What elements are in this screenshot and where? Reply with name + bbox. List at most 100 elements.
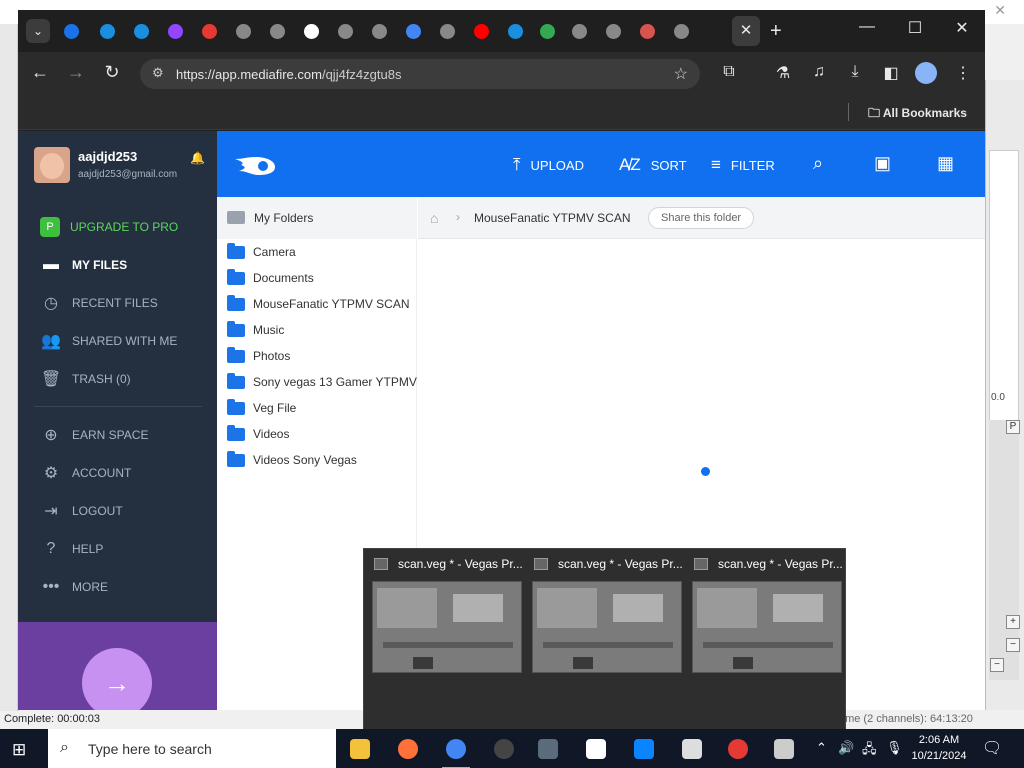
sidebar-item-my-files[interactable]: ▬ MY FILES bbox=[40, 254, 127, 276]
browser-tab[interactable] bbox=[128, 18, 154, 44]
sidebar-item-recent-files[interactable]: ◷ RECENT FILES bbox=[40, 292, 158, 314]
sort-button[interactable]: A̸Z SORT bbox=[619, 155, 687, 175]
extensions-icon[interactable]: ⧉ bbox=[718, 63, 740, 81]
folder-item[interactable]: Videos bbox=[227, 424, 289, 444]
my-folders-header[interactable]: My Folders bbox=[217, 197, 417, 239]
browser-tab[interactable] bbox=[196, 18, 222, 44]
sidebar-item-more[interactable]: ••• MORE bbox=[40, 576, 108, 598]
folder-item[interactable]: Veg File bbox=[227, 398, 296, 418]
browser-tab[interactable] bbox=[600, 18, 626, 44]
folder-item[interactable]: Videos Sony Vegas bbox=[227, 450, 357, 470]
browser-tab[interactable] bbox=[230, 18, 256, 44]
folder-item[interactable]: Camera bbox=[227, 242, 296, 262]
browser-tab[interactable] bbox=[58, 18, 84, 44]
forward-button[interactable]: → bbox=[64, 62, 88, 83]
site-info-icon[interactable]: ⚙ bbox=[152, 65, 164, 81]
windows-start-icon[interactable]: ⊞ bbox=[12, 740, 26, 760]
volume-icon[interactable]: 🔊 bbox=[838, 740, 854, 756]
search-icon[interactable]: ⌕ bbox=[813, 153, 823, 174]
record-icon[interactable] bbox=[724, 735, 752, 763]
browser-tab[interactable] bbox=[332, 18, 358, 44]
folder-item[interactable]: Documents bbox=[227, 268, 314, 288]
onedrive-icon[interactable] bbox=[630, 735, 658, 763]
sidebar-item-earn-space[interactable]: ⊕ EARN SPACE bbox=[40, 424, 148, 446]
browser-tab[interactable] bbox=[94, 18, 120, 44]
sidebar-item-shared[interactable]: 👥 SHARED WITH ME bbox=[40, 330, 177, 352]
network-icon[interactable]: 🖧 bbox=[862, 740, 877, 762]
url-text[interactable]: https://app.mediafire.com/qjj4fz4zgtu8s bbox=[176, 67, 401, 82]
browser-tab[interactable] bbox=[566, 18, 592, 44]
profile-avatar-icon[interactable] bbox=[915, 62, 937, 84]
notification-icon[interactable]: 🗨 bbox=[982, 738, 1002, 758]
file-explorer-icon[interactable] bbox=[346, 735, 374, 763]
cloud-icon[interactable] bbox=[770, 735, 798, 763]
new-folder-icon[interactable]: ▣ bbox=[874, 153, 891, 174]
microphone-icon[interactable]: 🎙 bbox=[886, 740, 903, 756]
browser-tab[interactable] bbox=[400, 18, 426, 44]
upload-button[interactable]: ⤒ UPLOAD bbox=[513, 155, 584, 175]
all-bookmarks-button[interactable]: 🗀 All Bookmarks bbox=[868, 104, 967, 125]
chevron-up-icon[interactable]: ⌃ bbox=[816, 740, 827, 756]
browser-tab[interactable] bbox=[634, 18, 660, 44]
promo-banner[interactable]: → bbox=[18, 622, 217, 710]
minimize-button[interactable]: — bbox=[844, 18, 890, 36]
7zip-icon[interactable] bbox=[582, 735, 610, 763]
obs-icon[interactable] bbox=[490, 735, 518, 763]
reload-button[interactable]: ↻ bbox=[100, 62, 124, 83]
browser-tab[interactable] bbox=[434, 18, 460, 44]
firefox-icon[interactable] bbox=[394, 735, 422, 763]
background-minus-button[interactable]: − bbox=[1006, 638, 1020, 652]
sidebar-item-help[interactable]: ? HELP bbox=[40, 538, 104, 560]
browser-tab[interactable] bbox=[366, 18, 392, 44]
preview-window[interactable]: scan.veg * - Vegas Pr... bbox=[368, 549, 528, 731]
sidebar-item-upgrade[interactable]: P UPGRADE TO PRO bbox=[40, 216, 178, 238]
new-tab-button[interactable]: + bbox=[770, 19, 782, 43]
sidebar-item-trash[interactable]: 🗑 TRASH (0) bbox=[40, 368, 131, 390]
folder-item[interactable]: Music bbox=[227, 320, 284, 340]
taskbar-search[interactable]: ⌕ Type here to search bbox=[48, 729, 336, 768]
sidebar-item-account[interactable]: ⚙ ACCOUNT bbox=[40, 462, 132, 484]
browser-tab[interactable] bbox=[162, 18, 188, 44]
app-icon[interactable] bbox=[678, 735, 706, 763]
browser-tab[interactable] bbox=[298, 18, 324, 44]
share-folder-button[interactable]: Share this folder bbox=[648, 207, 755, 229]
browser-tab[interactable] bbox=[534, 18, 560, 44]
preview-window[interactable]: scan.veg * - Vegas Pr... bbox=[688, 549, 848, 731]
chrome-icon[interactable] bbox=[442, 735, 470, 768]
filter-button[interactable]: ≡ FILTER bbox=[711, 155, 775, 175]
breadcrumb-current[interactable]: MouseFanatic YTPMV SCAN bbox=[474, 211, 631, 225]
active-tab-close-button[interactable]: ✕ bbox=[732, 16, 760, 46]
preview-window[interactable]: scan.veg * - Vegas Pr... bbox=[528, 549, 688, 731]
folder-item[interactable]: MouseFanatic YTPMV SCAN bbox=[227, 294, 410, 314]
media-control-icon[interactable]: ♫ bbox=[808, 63, 830, 81]
vegas-icon[interactable] bbox=[534, 735, 562, 763]
taskbar-clock[interactable]: 2:06 AM 10/21/2024 bbox=[908, 732, 970, 764]
background-close-icon[interactable]: ✕ bbox=[994, 2, 1006, 19]
home-icon[interactable]: ⌂ bbox=[430, 210, 438, 226]
menu-icon[interactable]: ⋮ bbox=[952, 63, 974, 83]
sidebar-item-logout[interactable]: ⇥ LOGOUT bbox=[40, 500, 122, 522]
background-p-button[interactable]: P bbox=[1006, 420, 1020, 434]
browser-tab[interactable] bbox=[668, 18, 694, 44]
tab-search-button[interactable]: ⌄ bbox=[26, 19, 50, 43]
address-bar[interactable]: ⚙ https://app.mediafire.com/qjj4fz4zgtu8… bbox=[140, 59, 700, 89]
grid-view-icon[interactable]: ▦ bbox=[937, 153, 954, 174]
bell-icon[interactable]: 🔔 bbox=[190, 151, 205, 165]
download-icon[interactable]: ⤓ bbox=[844, 63, 866, 81]
folder-item[interactable]: Photos bbox=[227, 346, 290, 366]
side-panel-icon[interactable]: ◧ bbox=[880, 63, 902, 83]
background-zoom-button[interactable]: − bbox=[990, 658, 1004, 672]
avatar[interactable] bbox=[34, 147, 70, 183]
mediafire-logo[interactable] bbox=[233, 153, 277, 177]
browser-tab[interactable] bbox=[502, 18, 528, 44]
back-button[interactable]: ← bbox=[28, 62, 52, 83]
browser-tab[interactable] bbox=[468, 18, 494, 44]
background-plus-button[interactable]: + bbox=[1006, 615, 1020, 629]
browser-tab[interactable] bbox=[264, 18, 290, 44]
maximize-button[interactable]: ☐ bbox=[892, 18, 938, 38]
labs-icon[interactable]: ⚗ bbox=[772, 63, 794, 83]
close-window-button[interactable]: ✕ bbox=[939, 18, 985, 38]
user-profile[interactable]: aajdjd253 aajdjd253@gmail.com 🔔 bbox=[34, 147, 205, 187]
bookmark-star-icon[interactable]: ☆ bbox=[674, 64, 688, 84]
folder-item[interactable]: Sony vegas 13 Gamer YTPMV bbox=[227, 372, 417, 392]
